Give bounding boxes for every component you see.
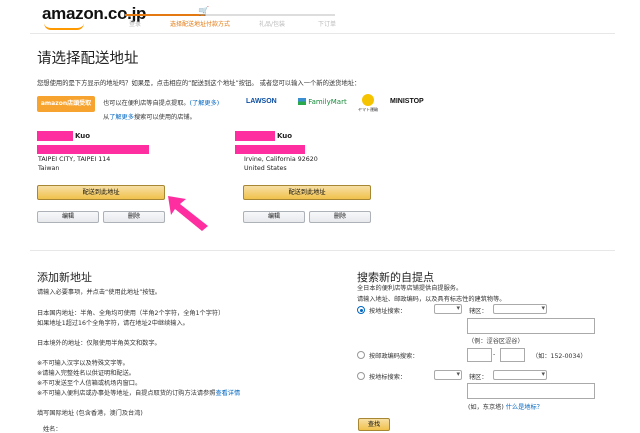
redacted-name-2 [235,131,275,141]
rule-4-text: ※不可输入便利店或办事处等地址，自提点取货的订购方法请参照 [37,390,216,397]
edit-address-1-button[interactable]: 编辑 [37,211,99,223]
landmark-example: (如，东京塔) 什么是地标？ [468,402,543,411]
district-select-1[interactable] [493,304,547,314]
landmark-example-text: (如，东京塔) [468,404,504,411]
address-card-1-lines: TAIPEI CITY, TAIPEI 114 Taiwan [38,156,110,173]
redacted-street-1 [37,145,149,154]
address-1-country: Taiwan [38,164,60,172]
familymart-logo: FamilyMart [298,98,347,106]
postal-code-second-input[interactable] [500,348,525,362]
add-address-title: 添加新地址 [37,271,92,284]
delete-address-1-button[interactable]: 删除 [103,211,165,223]
rule-2: ※请输入完整姓名以供证明和配送。 [37,370,135,377]
district-label-2: 辖区： [469,374,488,381]
pickup-line2-suffix: 搜索可以使用的店铺。 [133,114,196,121]
section-divider [30,250,615,251]
step-place-order: 下订单 [318,21,337,28]
search-by-landmark-label: 按地标搜索： [369,374,407,381]
address-2-country: United States [244,164,287,172]
yamato-text: ヤマト運輸 [358,107,378,112]
rules-details-link[interactable]: 查看详情 [215,390,240,397]
name-field-label: 姓名： [43,426,62,433]
pickup-search-desc-2: 请输入地址、邮政编码，以及具有标志性的建筑物等。 [357,296,506,303]
pointer-arrow-icon [168,196,208,231]
progress-line [125,14,335,16]
intro-text: 您想使用的是下方显示的地址吗？如果是，点击相应的“配送到这个地址”按钮。 或者您… [37,80,361,87]
rule-4: ※不可输入便利店或办事处等地址，自提点取货的订购方法请参照查看详情 [37,388,240,397]
prefecture-select[interactable] [434,304,462,314]
address-card-2-lines: Irvine, California 92620 United States [244,156,318,173]
jp-address-note-2: 如果地址1超过16个全角字符，请在地址2中继续输入。 [37,320,189,327]
add-address-subtitle: 请输入必要事项，并点击“使用此地址”按钮。 [37,289,161,296]
page-title: 请选择配送地址 [37,51,139,67]
intl-address-note: 日本境外的地址：仅限使用半角英文和数字。 [37,340,161,347]
search-by-address-label: 按地址搜索： [369,308,407,315]
logo-smile-icon [44,23,84,30]
pickup-line2: 从了解更多搜索可以使用的店铺。 [103,112,196,121]
header-divider [30,33,615,34]
checkout-progress: 🛒 登录 选择配送地址付款方式 礼品/包装 下订单 [125,7,340,32]
rule-3: ※不可发送至个人信箱或机场内窗口。 [37,380,142,387]
progress-fill [125,14,205,16]
lawson-logo: LAWSON [246,98,277,105]
yamato-cat-icon [362,94,374,106]
postal-example: （如：152-0034） [532,353,587,360]
search-by-postal-label: 按邮政编码搜索： [369,353,419,360]
search-pickup-button[interactable]: 查找 [358,418,390,431]
pickup-line1: 也可以在便利店等自提点提取。(了解更多) [103,98,219,107]
landmark-search-input[interactable] [467,383,595,399]
redacted-street-2 [235,145,305,154]
edit-address-2-button[interactable]: 编辑 [243,211,305,223]
address-example: （例：涩谷区涩谷） [468,338,524,345]
pickup-learn-more-link2[interactable]: 了解更多 [109,114,134,121]
pickup-learn-more-link[interactable]: (了解更多) [190,100,220,107]
ship-to-address-1-button[interactable]: 配送到此地址 [37,185,165,200]
pickup-line1-text: 也可以在便利店等自提点提取。 [103,100,190,107]
redacted-name-1 [37,131,73,141]
step-login: 登录 [129,21,142,28]
address-card-2-name: Kuo [277,132,292,142]
address-1-line1: TAIPEI CITY, TAIPEI 114 [38,156,111,163]
cart-icon: 🛒 [198,7,210,17]
ministop-logo: MINISTOP [390,98,424,105]
what-is-landmark-link[interactable]: 什么是地标？ [506,404,543,411]
step-gift: 礼品/包装 [259,21,286,28]
search-by-postal-radio[interactable] [357,351,365,359]
step-address-payment: 选择配送地址付款方式 [170,21,231,28]
rule-1: ※不可输入汉字以及特殊文字等。 [37,360,129,367]
landmark-prefecture-select[interactable] [434,370,462,380]
district-label-1: 辖区： [469,308,488,315]
address-search-input[interactable] [467,318,595,334]
address-card-1-name: Kuo [75,132,90,142]
jp-address-note-1: 日本国内地址：半角、全角均可使用（半角2个字符，全角1个字符） [37,310,225,317]
address-1-name: Kuo [75,132,91,140]
address-2-line1: Irvine, California 92620 [244,156,318,163]
pickup-search-desc-1: 全日本的便利店等店铺提供自提服务。 [357,285,463,292]
address-2-name: Kuo [277,132,293,140]
familymart-icon [298,98,306,105]
search-by-landmark-radio[interactable] [357,372,365,380]
postal-dash: - [493,351,496,358]
district-select-2[interactable] [493,370,547,380]
postal-code-first-input[interactable] [467,348,492,362]
delete-address-2-button[interactable]: 删除 [309,211,371,223]
intl-address-link[interactable]: 填写国际地址 (包含香港，澳门及台湾) [37,408,143,417]
familymart-text: FamilyMart [308,98,347,106]
search-by-address-radio[interactable] [357,306,365,314]
ship-to-address-2-button[interactable]: 配送到此地址 [243,185,371,200]
amazon-pickup-logo: amazon店頭受取 [37,96,95,112]
